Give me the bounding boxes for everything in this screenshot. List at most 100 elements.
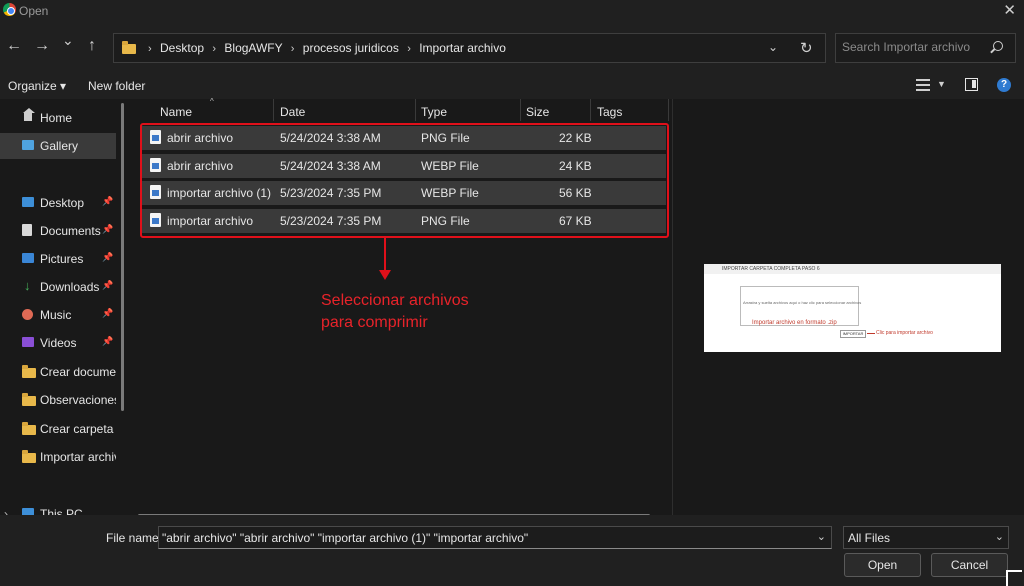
close-icon[interactable]: ✕ — [1003, 1, 1016, 19]
file-type-dropdown-icon[interactable]: ⌄ — [995, 530, 1004, 543]
forward-icon[interactable]: → — [34, 37, 50, 55]
annotation-line-1: Seleccionar archivos — [321, 292, 469, 309]
sidebar-item-crear-documentos[interactable]: Crear documentos — [0, 359, 116, 385]
sidebar-item-this-pc[interactable]: › This PC — [0, 501, 116, 515]
sidebar-item-documents[interactable]: Documents 📌 — [0, 218, 116, 244]
resize-grip-icon[interactable] — [1006, 570, 1022, 586]
search-icon[interactable] — [993, 41, 1003, 51]
expand-chevron-icon[interactable]: › — [4, 507, 8, 515]
sort-ascending-icon: ^ — [210, 97, 214, 106]
sidebar-item-videos[interactable]: Videos 📌 — [0, 330, 116, 356]
documents-icon — [22, 224, 32, 236]
videos-icon — [22, 337, 34, 347]
column-divider[interactable] — [668, 99, 669, 121]
new-folder-button[interactable]: New folder — [88, 79, 145, 93]
breadcrumb-blogawfy[interactable]: BlogAWFY — [224, 41, 282, 55]
file-name-input[interactable] — [162, 531, 812, 545]
this-pc-icon — [22, 508, 34, 515]
recent-locations-icon[interactable]: ⌄ — [62, 32, 74, 49]
preview-title: IMPORTAR CARPETA COMPLETA PASO 6 — [722, 266, 820, 272]
search-input[interactable] — [842, 40, 982, 54]
file-name-field[interactable]: ⌄ — [158, 526, 832, 549]
pin-icon[interactable]: 📌 — [102, 196, 113, 207]
pictures-icon — [22, 253, 34, 263]
annotation-arrow-head — [379, 270, 391, 280]
refresh-icon[interactable]: ↻ — [800, 39, 813, 57]
organize-button[interactable]: Organize ▾ — [8, 79, 66, 93]
sidebar-item-label: Home — [40, 111, 73, 125]
column-divider[interactable] — [520, 99, 521, 121]
sidebar-item-pictures[interactable]: Pictures 📌 — [0, 246, 116, 272]
file-name-label: File name: — [106, 531, 163, 545]
column-header-type[interactable]: Type — [421, 105, 447, 119]
folder-icon — [22, 422, 36, 435]
view-options-icon[interactable] — [916, 79, 930, 91]
column-header-tags[interactable]: Tags — [597, 105, 622, 119]
pin-icon[interactable]: 📌 — [102, 308, 113, 319]
breadcrumb-desktop[interactable]: Desktop — [160, 41, 204, 55]
preview-import-button: IMPORTAR — [840, 330, 866, 338]
column-header-date[interactable]: Date — [280, 105, 305, 119]
up-icon[interactable]: ↑ — [88, 37, 96, 55]
navigation-bar: ← → ⌄ ↑ › Desktop › BlogAWFY › procesos … — [0, 22, 1024, 72]
folder-icon — [22, 393, 36, 406]
pin-icon[interactable]: 📌 — [102, 336, 113, 347]
sidebar-item-crear-carpeta[interactable]: Crear carpeta — [0, 416, 116, 442]
breadcrumb-separator: › — [148, 43, 152, 55]
breadcrumb-separator[interactable]: › — [291, 43, 295, 55]
view-dropdown-icon[interactable]: ▼ — [937, 79, 946, 89]
breadcrumb-importar-archivo[interactable]: Importar archivo — [419, 41, 506, 55]
column-header-name[interactable]: Name — [160, 105, 192, 119]
preview-image: IMPORTAR CARPETA COMPLETA PASO 6 Arrastr… — [704, 264, 1001, 352]
breadcrumb-separator[interactable]: › — [212, 43, 216, 55]
preview-pane-icon[interactable] — [965, 78, 978, 91]
sidebar-item-label: Observaciones — [40, 393, 116, 407]
column-header-size[interactable]: Size — [526, 105, 549, 119]
command-bar: Organize ▾ New folder ▼ ? — [0, 72, 1024, 99]
address-bar[interactable]: › Desktop › BlogAWFY › procesos juridico… — [113, 33, 826, 63]
annotation-arrow — [384, 238, 386, 272]
music-icon — [22, 309, 33, 320]
sidebar-item-importar-archivo[interactable]: Importar archivo — [0, 444, 116, 470]
column-divider[interactable] — [590, 99, 591, 121]
title-bar: Open ✕ — [0, 0, 1024, 22]
file-type-select[interactable]: All Files ⌄ — [843, 526, 1009, 549]
annotation-text: Seleccionar archivos para comprimir — [321, 290, 511, 334]
folder-icon — [22, 365, 36, 378]
file-type-value: All Files — [848, 531, 891, 545]
open-button[interactable]: Open — [844, 553, 921, 577]
sidebar-item-label: Crear documentos — [40, 365, 116, 379]
column-divider[interactable] — [273, 99, 274, 121]
pin-icon[interactable]: 📌 — [102, 280, 113, 291]
back-icon[interactable]: ← — [6, 37, 22, 55]
address-dropdown-icon[interactable]: ⌄ — [768, 40, 778, 54]
pin-icon[interactable]: 📌 — [102, 252, 113, 263]
breadcrumb-procesos-juridicos[interactable]: procesos juridicos — [303, 41, 399, 55]
file-name-dropdown-icon[interactable]: ⌄ — [817, 530, 826, 543]
preview-pane-divider[interactable] — [672, 99, 673, 515]
sidebar-item-label: Crear carpeta — [40, 422, 114, 436]
search-box[interactable] — [835, 33, 1016, 63]
pin-icon[interactable]: 📌 — [102, 224, 113, 235]
sidebar-item-downloads[interactable]: ↓ Downloads 📌 — [0, 274, 116, 300]
sidebar-item-label: This PC — [40, 507, 83, 515]
sidebar-item-music[interactable]: Music 📌 — [0, 302, 116, 328]
annotation-line-2: para comprimir — [321, 314, 428, 331]
sidebar-item-home[interactable]: Home — [0, 105, 116, 131]
sidebar-item-gallery[interactable]: Gallery — [0, 133, 116, 159]
cancel-button[interactable]: Cancel — [931, 553, 1008, 577]
sidebar-item-observaciones[interactable]: Observaciones — [0, 387, 116, 413]
home-icon — [22, 108, 35, 122]
sidebar-item-label: Gallery — [40, 139, 79, 153]
help-icon[interactable]: ? — [997, 78, 1011, 92]
breadcrumb: › Desktop › BlogAWFY › procesos juridico… — [143, 41, 506, 55]
breadcrumb-separator[interactable]: › — [407, 43, 411, 55]
column-divider[interactable] — [415, 99, 416, 121]
sidebar-item-desktop[interactable]: Desktop 📌 — [0, 190, 116, 216]
folder-icon — [122, 41, 136, 54]
sidebar-item-label: Importar archivo — [40, 450, 116, 464]
sidebar-scrollbar[interactable] — [121, 103, 124, 411]
downloads-icon: ↓ — [24, 278, 31, 293]
preview-arrow — [867, 333, 875, 334]
preview-caption: Importar archivo en formato .zip — [752, 320, 837, 326]
